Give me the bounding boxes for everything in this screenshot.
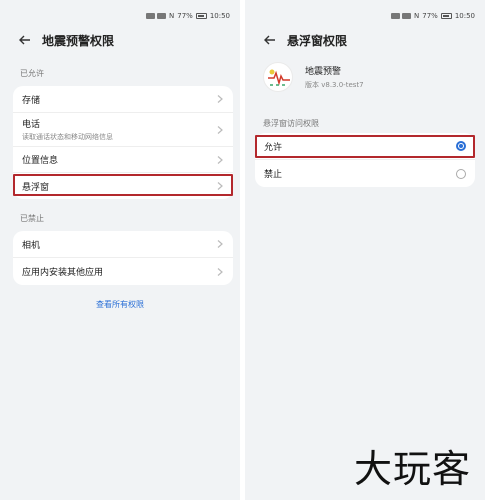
permissions-screen: N 77% 10:50 地震预警权限 已允许 存储 电话 读取通话状态和移动网络… <box>0 0 240 500</box>
permission-item-phone[interactable]: 电话 读取通话状态和移动网络信息 <box>13 113 233 147</box>
permission-description: 读取通话状态和移动网络信息 <box>22 133 113 141</box>
permission-label: 电话 <box>22 120 41 130</box>
floating-window-highlight <box>13 174 233 196</box>
chevron-right-icon <box>217 125 223 134</box>
status-time: 10:50 <box>209 12 230 20</box>
permission-item-location[interactable]: 位置信息 <box>13 147 233 173</box>
permission-item-install-apps[interactable]: 应用内安装其他应用 <box>13 258 233 285</box>
page-title: 地震预警权限 <box>42 33 115 48</box>
battery-icon <box>440 13 452 19</box>
permission-label: 位置信息 <box>22 156 59 166</box>
network-status: N <box>169 12 175 20</box>
site-watermark: 大玩客 <box>353 447 471 491</box>
battery-percent: 77% <box>177 12 193 20</box>
back-arrow-icon[interactable] <box>263 33 277 47</box>
denied-section-label: 已禁止 <box>20 214 44 223</box>
back-arrow-icon[interactable] <box>18 33 32 47</box>
page-title: 悬浮窗权限 <box>287 33 348 48</box>
app-name: 地震预警 <box>305 67 342 77</box>
allow-option-highlight <box>255 135 475 158</box>
permission-item-camera[interactable]: 相机 <box>13 231 233 258</box>
status-bar: N 77% 10:50 <box>0 8 230 24</box>
battery-percent: 77% <box>422 12 438 20</box>
signal-icon <box>146 13 166 19</box>
network-status: N <box>414 12 420 20</box>
chevron-right-icon <box>217 240 223 248</box>
chevron-right-icon <box>217 267 223 276</box>
option-deny[interactable]: 禁止 <box>255 160 475 187</box>
floating-access-section-label: 悬浮窗访问权限 <box>263 119 319 128</box>
option-label: 禁止 <box>264 170 283 180</box>
app-version: 版本 v8.3.0-test7 <box>305 81 364 89</box>
battery-icon <box>195 13 207 19</box>
app-header: 地震预警 版本 v8.3.0-test7 <box>263 62 364 92</box>
denied-permissions-card: 相机 应用内安装其他应用 <box>13 231 233 285</box>
app-logo-icon <box>263 62 293 92</box>
permission-label: 应用内安装其他应用 <box>22 268 104 278</box>
status-bar: N 77% 10:50 <box>245 8 475 24</box>
chevron-right-icon <box>217 95 223 103</box>
radio-unselected-icon[interactable] <box>456 168 466 179</box>
view-all-permissions-link[interactable]: 查看所有权限 <box>0 299 240 310</box>
permission-item-storage[interactable]: 存储 <box>13 86 233 113</box>
permission-label: 存储 <box>22 95 41 106</box>
signal-icon <box>391 13 411 19</box>
floating-window-permission-screen: N 77% 10:50 悬浮窗权限 地震预警 版本 v8.3.0-test7 悬… <box>245 0 485 500</box>
status-time: 10:50 <box>454 12 475 20</box>
allowed-section-label: 已允许 <box>20 69 44 78</box>
permission-label: 相机 <box>22 240 41 251</box>
chevron-right-icon <box>217 155 223 164</box>
